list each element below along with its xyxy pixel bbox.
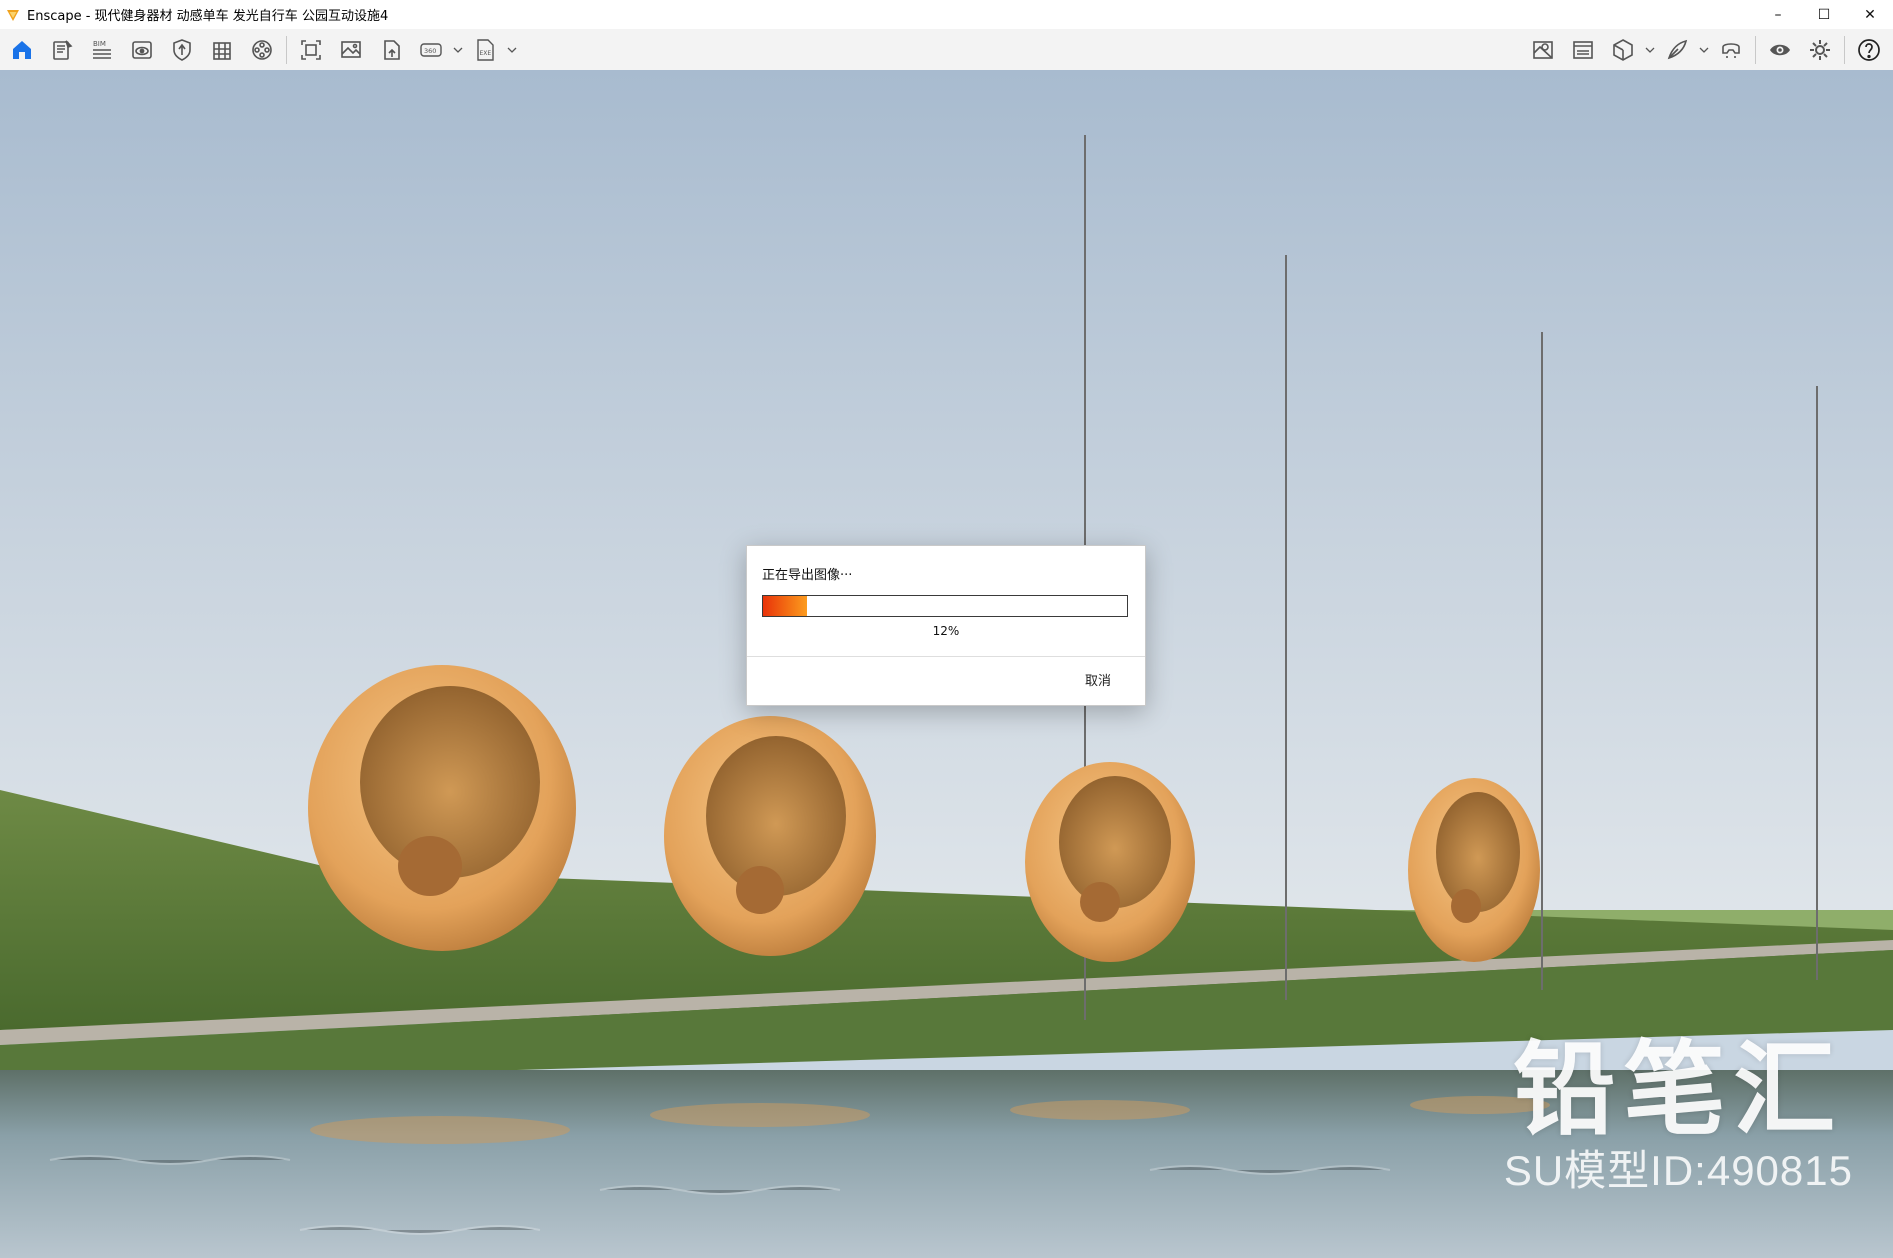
map-button[interactable] xyxy=(1523,29,1563,70)
chevron-down-icon xyxy=(1699,47,1709,53)
toolbar-separator xyxy=(1844,35,1845,64)
upload-button[interactable] xyxy=(371,29,411,70)
export-exe-icon: EXE xyxy=(477,38,494,61)
screenshot-icon xyxy=(301,39,321,60)
upload-file-icon xyxy=(384,39,400,60)
panorama-button[interactable]: 360 xyxy=(411,29,451,70)
help-button[interactable] xyxy=(1849,29,1889,70)
watermark-brand: 铅笔汇 xyxy=(1513,1031,1844,1150)
panorama-dropdown[interactable] xyxy=(451,29,465,70)
atmosphere-button[interactable] xyxy=(1563,29,1603,70)
svg-text:EXE: EXE xyxy=(480,50,492,57)
panorama-360-icon: 360 xyxy=(420,42,442,57)
view-toggle-button[interactable] xyxy=(1760,29,1800,70)
toolbar-separator xyxy=(286,35,287,64)
progress-fill xyxy=(763,596,807,616)
image-frame-icon xyxy=(1573,40,1593,59)
gear-icon xyxy=(1810,39,1830,60)
building-icon xyxy=(213,41,231,60)
batch-render-button[interactable] xyxy=(331,29,371,70)
export-exe-button[interactable]: EXE xyxy=(465,29,505,70)
progress-percent-label: 12% xyxy=(932,624,960,638)
close-button[interactable]: ✕ xyxy=(1847,0,1893,29)
views-button[interactable] xyxy=(122,29,162,70)
cube-view-dropdown[interactable] xyxy=(1643,29,1657,70)
feather-icon xyxy=(1667,39,1688,59)
sketch-button[interactable] xyxy=(1657,29,1697,70)
enscape-logo-icon xyxy=(7,9,19,21)
progress-bar xyxy=(762,595,1128,617)
export-progress-dialog: 正在导出图像··· 12% 取消 xyxy=(746,545,1146,706)
image-gallery-icon xyxy=(341,40,361,58)
asset-library-button[interactable] xyxy=(162,29,202,70)
toolbar-separator xyxy=(1755,35,1756,64)
help-icon xyxy=(1858,38,1880,61)
svg-text:360: 360 xyxy=(424,47,436,55)
dialog-title: 正在导出图像··· xyxy=(762,568,853,583)
vr-headset-icon xyxy=(1722,42,1740,58)
map-pin-icon xyxy=(1533,40,1553,59)
bim-icon: BIM xyxy=(93,40,111,59)
sketch-dropdown[interactable] xyxy=(1697,29,1711,70)
minimize-button[interactable]: – xyxy=(1755,0,1801,29)
cube-view-button[interactable] xyxy=(1603,29,1643,70)
watermark: 铅笔汇 SU模型ID:490815 xyxy=(1504,1035,1853,1195)
eye-view-icon xyxy=(132,40,152,59)
toolbar-left-group: BIM 360 EXE xyxy=(2,29,519,70)
shield-asset-icon xyxy=(173,38,191,61)
materials-button[interactable] xyxy=(202,29,242,70)
screenshot-button[interactable] xyxy=(291,29,331,70)
chevron-down-icon xyxy=(1645,47,1655,53)
video-editor-button[interactable] xyxy=(242,29,282,70)
chevron-down-icon xyxy=(453,47,463,53)
maximize-button[interactable]: ☐ xyxy=(1801,0,1847,29)
watermark-model-id: SU模型ID:490815 xyxy=(1503,1147,1853,1194)
cube-icon xyxy=(1613,38,1633,61)
home-icon xyxy=(13,40,31,59)
chevron-down-icon xyxy=(507,47,517,53)
film-reel-icon xyxy=(252,39,272,60)
vr-headset-button[interactable] xyxy=(1711,29,1751,70)
window-controls: – ☐ ✕ xyxy=(1755,0,1893,29)
eye-icon xyxy=(1770,44,1790,55)
svg-text:BIM: BIM xyxy=(93,40,106,48)
notes-button[interactable] xyxy=(42,29,82,70)
settings-button[interactable] xyxy=(1800,29,1840,70)
main-toolbar: BIM 360 EXE xyxy=(0,29,1893,93)
title-bar: Enscape - 现代健身器材 动感单车 发光自行车 公园互动设施4 – ☐ … xyxy=(0,0,1893,29)
bim-button[interactable]: BIM xyxy=(82,29,122,70)
home-button[interactable] xyxy=(2,29,42,70)
cancel-button[interactable]: 取消 xyxy=(1075,664,1121,694)
window-title: Enscape - 现代健身器材 动感单车 发光自行车 公园互动设施4 xyxy=(27,9,389,24)
export-dropdown[interactable] xyxy=(505,29,519,70)
dialog-divider xyxy=(747,656,1145,657)
document-icon xyxy=(53,39,73,60)
toolbar-right-group xyxy=(1523,29,1889,70)
